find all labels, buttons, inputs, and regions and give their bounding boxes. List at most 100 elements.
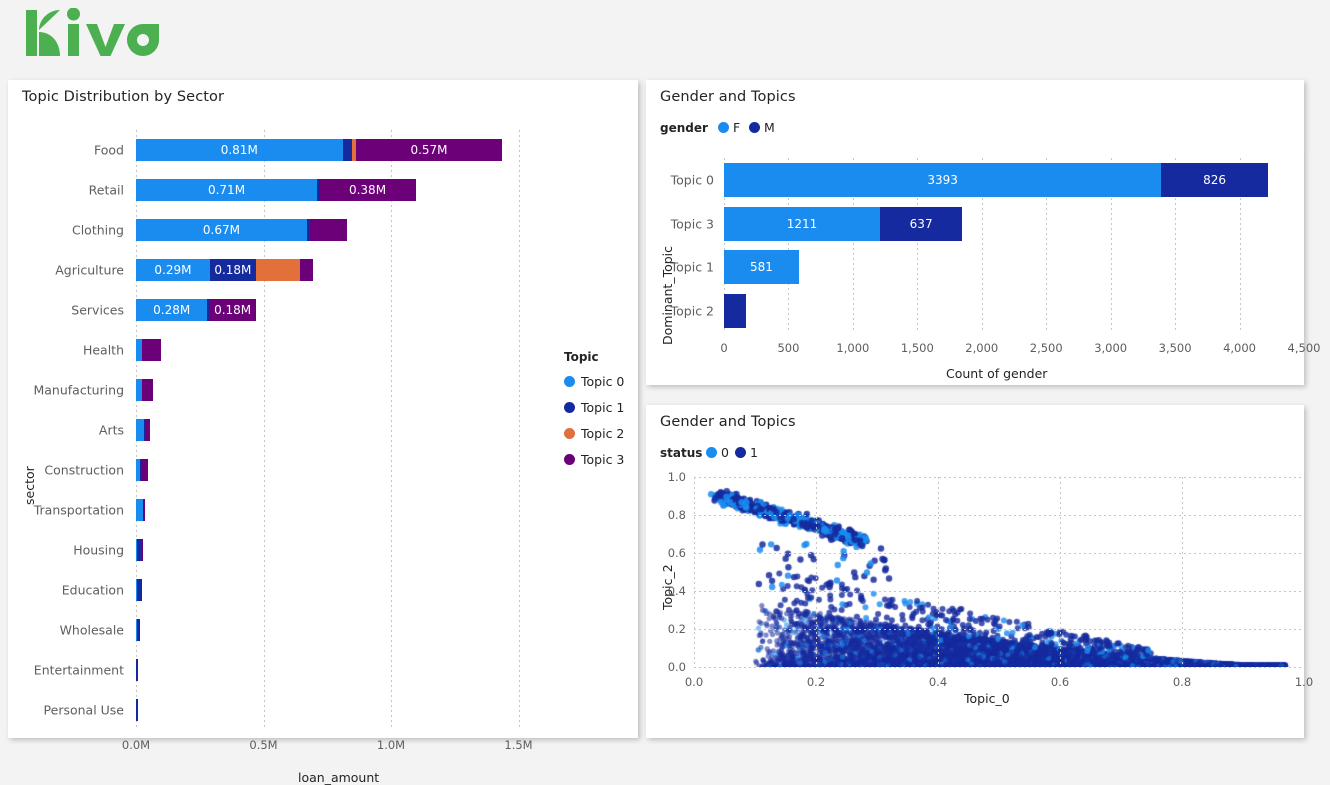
bar-row[interactable]: 0.71M0.38M	[136, 179, 544, 201]
bar-segment-topic-3[interactable]	[143, 499, 145, 521]
bar-row[interactable]	[136, 579, 544, 601]
bar-segment-M[interactable]	[724, 294, 746, 328]
chart-topic-distribution-by-sector[interactable]: 0.81M0.57M0.71M0.38M0.67M0.29M0.18M0.28M…	[136, 130, 544, 730]
bar-row[interactable]	[136, 539, 544, 561]
bar-row[interactable]: 3393 826	[724, 163, 1304, 197]
bar-row[interactable]: 1211 637	[724, 207, 1304, 241]
bar-segment-topic-3[interactable]	[142, 339, 161, 361]
bar-row[interactable]	[136, 499, 544, 521]
legend-topic[interactable]: Topic Topic 0Topic 1Topic 2Topic 3	[564, 350, 624, 478]
bar-row[interactable]	[724, 294, 1304, 328]
bar-value-label: 826	[1203, 173, 1226, 187]
bar-segment-topic-0[interactable]: 0.29M	[136, 259, 210, 281]
bar-row[interactable]	[136, 659, 544, 681]
bar-row[interactable]	[136, 459, 544, 481]
x-tick-label: 0.0M	[122, 738, 150, 752]
legend-label: Topic 2	[581, 426, 624, 441]
bar-value-label: 0.29M	[154, 263, 191, 277]
bar-segment-topic-0[interactable]: 0.28M	[136, 299, 207, 321]
bar-segment-topic-3[interactable]	[142, 539, 143, 561]
bar-segment-M[interactable]: 637	[880, 207, 962, 241]
bar-segment-topic-3[interactable]: 0.38M	[319, 179, 416, 201]
bar-segment-M[interactable]: 826	[1161, 163, 1267, 197]
y-tick-label: Topic 3	[646, 216, 714, 231]
x-tick-label: 1,500	[901, 341, 934, 355]
bar-value-label: 3393	[927, 173, 958, 187]
gridline-x	[816, 477, 817, 667]
bar-segment-topic-3[interactable]	[145, 419, 150, 441]
bar-segment-topic-3[interactable]	[300, 259, 312, 281]
bar-segment-topic-3[interactable]: 0.18M	[210, 299, 256, 321]
x-tick-label: 0.2	[807, 675, 825, 689]
bar-value-label: 0.81M	[221, 143, 258, 157]
bar-value-label: 1211	[787, 217, 818, 231]
bar-segment-topic-1[interactable]: 0.18M	[210, 259, 256, 281]
gridline-x	[1304, 158, 1305, 333]
x-tick-label: 1.5M	[504, 738, 532, 752]
bar-row[interactable]	[136, 419, 544, 441]
bar-segment-topic-0[interactable]: 0.71M	[136, 179, 317, 201]
bar-row[interactable]: 0.29M 0.18M	[136, 259, 544, 281]
bar-value-label: 0.57M	[410, 143, 447, 157]
legend-item-topic-2[interactable]: Topic 2	[564, 426, 624, 441]
chart-gender-topics-bar[interactable]: 3393 826 1211 637 581	[724, 158, 1304, 333]
y-tick-label: Construction	[8, 463, 124, 478]
bar-segment-topic-0[interactable]: 0.67M	[136, 219, 307, 241]
panel-title-topic-distribution: Topic Distribution by Sector	[22, 89, 224, 105]
gridline-x	[694, 477, 695, 667]
legend-item-status-0[interactable]: 0	[706, 445, 729, 460]
bar-segment-topic-3[interactable]	[310, 219, 347, 241]
bar-value-label: 0.28M	[153, 303, 190, 317]
bar-segment-topic-3[interactable]	[141, 459, 148, 481]
y-tick-label: 1.0	[654, 470, 686, 484]
legend-label: Topic 1	[581, 400, 624, 415]
bar-value-label: 637	[910, 217, 933, 231]
bar-row[interactable]	[136, 699, 544, 721]
kiva-logo-icon	[22, 8, 162, 64]
bar-segment-topic-3[interactable]	[141, 579, 142, 601]
x-tick-label: 0.0	[685, 675, 703, 689]
bar-segment-topic-3[interactable]	[137, 699, 138, 721]
x-tick-label: 2,500	[1030, 341, 1063, 355]
bar-segment-F[interactable]: 581	[724, 250, 799, 284]
bar-row[interactable]: 581	[724, 250, 1304, 284]
legend-item-topic-0[interactable]: Topic 0	[564, 374, 624, 389]
bar-segment-topic-0[interactable]	[136, 419, 144, 441]
bar-row[interactable]	[136, 379, 544, 401]
bar-value-label: 0.67M	[203, 223, 240, 237]
bar-row[interactable]	[136, 619, 544, 641]
bar-segment-topic-0[interactable]	[136, 499, 143, 521]
bar-segment-F[interactable]: 1211	[724, 207, 880, 241]
legend-title-status: status	[660, 446, 702, 460]
y-tick-label: Housing	[8, 543, 124, 558]
bar-segment-topic-3[interactable]	[139, 619, 140, 641]
bar-segment-topic-1[interactable]	[343, 139, 353, 161]
bar-row[interactable]: 0.28M 0.18M	[136, 299, 544, 321]
legend-item-F[interactable]: F	[718, 120, 740, 135]
y-tick-label: Wholesale	[8, 623, 124, 638]
legend-swatch-icon	[564, 376, 575, 387]
bar-segment-F[interactable]: 3393	[724, 163, 1161, 197]
gridline-y	[694, 591, 1304, 592]
bar-segment-topic-3[interactable]	[142, 379, 153, 401]
gridline-y	[694, 667, 1304, 668]
legend-swatch-icon	[564, 402, 575, 413]
bar-value-label: 581	[750, 260, 773, 274]
legend-item-topic-3[interactable]: Topic 3	[564, 452, 624, 467]
legend-item-status-1[interactable]: 1	[735, 445, 758, 460]
gridline-x	[938, 477, 939, 667]
gridline-y	[694, 629, 1304, 630]
bar-segment-topic-0[interactable]: 0.81M	[136, 139, 343, 161]
bar-row[interactable]: 0.81M 0.57M	[136, 139, 544, 161]
bar-segment-topic-3[interactable]: 0.57M	[356, 139, 501, 161]
y-tick-label: Arts	[8, 423, 124, 438]
legend-item-M[interactable]: M	[749, 120, 775, 135]
x-tick-label: 0.8	[1173, 675, 1191, 689]
bar-row[interactable]	[136, 339, 544, 361]
chart-gender-topics-scatter[interactable]	[694, 477, 1304, 667]
bar-row[interactable]: 0.67M	[136, 219, 544, 241]
legend-item-topic-1[interactable]: Topic 1	[564, 400, 624, 415]
legend-label: 0	[721, 445, 729, 460]
gridline-x	[1304, 477, 1305, 667]
bar-segment-topic-2[interactable]	[256, 259, 301, 281]
